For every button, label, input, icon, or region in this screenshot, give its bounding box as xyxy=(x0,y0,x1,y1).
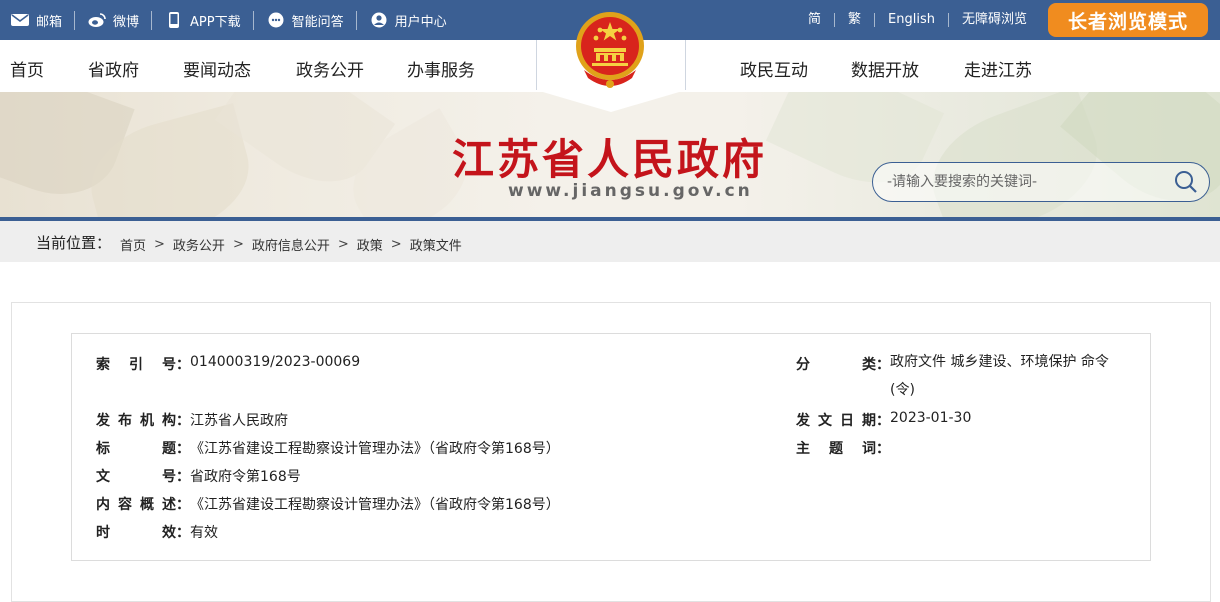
elder-mode-button[interactable]: 长者浏览模式 xyxy=(1048,3,1208,37)
meta-colon: ： xyxy=(176,497,190,513)
nav-interaction[interactable]: 政民互动 xyxy=(740,56,808,81)
meta-issuer-key: 发布机构 xyxy=(96,413,176,429)
breadcrumb-separator: > xyxy=(232,237,244,252)
top-links: 邮箱 微博 APP下载 智能问答 用户中心 xyxy=(10,0,459,40)
national-emblem-icon[interactable] xyxy=(574,8,646,96)
smart-qa-label: 智能问答 xyxy=(291,14,344,30)
nav-news[interactable]: 要闻动态 xyxy=(183,56,251,81)
meta-colon: ： xyxy=(176,469,190,485)
site-url: www.jiangsu.gov.cn xyxy=(508,181,753,201)
meta-title-value: 《江苏省建设工程勘察设计管理办法》（省政府令第168号） xyxy=(190,441,560,457)
user-icon xyxy=(371,12,387,28)
meta-category-row: 分类： 政府文件 城乡建设、环境保护 命令 (令) xyxy=(796,354,1140,404)
meta-date-key: 发文日期 xyxy=(796,413,876,429)
breadcrumb-separator: > xyxy=(390,237,402,252)
mail-link[interactable]: 邮箱 xyxy=(10,11,74,30)
meta-issuer-row: 发布机构： 江苏省人民政府 xyxy=(96,410,288,430)
breadcrumb-separator: > xyxy=(154,237,165,252)
meta-category-key: 分类 xyxy=(796,357,876,373)
user-center-label: 用户中心 xyxy=(394,14,447,30)
meta-title-key: 标题 xyxy=(96,441,176,457)
meta-keyword-key: 主题词 xyxy=(796,441,876,457)
meta-index-row: 索引号： 014000319/2023-00069 xyxy=(96,354,360,374)
breadcrumb-item-policy-documents[interactable]: 政策文件 xyxy=(410,235,462,254)
mail-icon xyxy=(11,14,29,26)
nav-home[interactable]: 首页 xyxy=(10,56,44,81)
meta-validity-value: 有效 xyxy=(190,525,218,541)
meta-colon: ： xyxy=(176,357,190,373)
search-box xyxy=(872,162,1210,202)
phone-icon xyxy=(169,12,180,28)
nav-about-jiangsu[interactable]: 走进江苏 xyxy=(964,56,1032,81)
breadcrumb-label: 当前位置： xyxy=(36,234,112,252)
breadcrumb-item-policy[interactable]: 政策 xyxy=(357,235,383,254)
meta-summary-row: 内容概述： 《江苏省建设工程勘察设计管理办法》（省政府令第168号） xyxy=(96,494,560,514)
user-center-link[interactable]: 用户中心 xyxy=(355,10,459,30)
meta-colon: ： xyxy=(176,525,190,541)
search-input[interactable] xyxy=(887,172,1167,192)
site-title[interactable]: 江苏省人民政府 xyxy=(452,126,767,187)
weibo-link[interactable]: 微博 xyxy=(74,10,151,30)
breadcrumb-item-home[interactable]: 首页 xyxy=(120,235,146,254)
breadcrumb-item-info-disclosure[interactable]: 政府信息公开 xyxy=(252,235,330,254)
nav-provincial-government[interactable]: 省政府 xyxy=(88,56,139,81)
document-meta-table: 索引号： 014000319/2023-00069 分类： 政府文件 城乡建设、… xyxy=(71,333,1151,561)
mail-label: 邮箱 xyxy=(36,14,63,30)
nav-government-affairs[interactable]: 政务公开 xyxy=(296,56,364,81)
meta-colon: ： xyxy=(876,357,890,373)
meta-title-row: 标题： 《江苏省建设工程勘察设计管理办法》（省政府令第168号） xyxy=(96,438,560,458)
meta-colon: ： xyxy=(176,441,190,457)
top-right-links: 简 繁 English 无障碍浏览 长者浏览模式 xyxy=(795,0,1208,40)
smart-qa-link[interactable]: 智能问答 xyxy=(252,10,356,30)
meta-date-value: 2023-01-30 xyxy=(890,410,972,426)
weibo-icon xyxy=(88,13,106,27)
meta-date-row: 发文日期： 2023-01-30 xyxy=(796,410,971,430)
meta-validity-key: 时效 xyxy=(96,525,176,541)
app-download-label: APP下载 xyxy=(190,14,241,30)
meta-issuer-value: 江苏省人民政府 xyxy=(190,413,288,429)
search-icon[interactable] xyxy=(1173,169,1199,195)
simplified-chinese-link[interactable]: 简 xyxy=(795,13,834,27)
meta-docno-value: 省政府令第168号 xyxy=(190,469,301,485)
meta-colon: ： xyxy=(876,413,890,429)
breadcrumb: 首页 > 政务公开 > 政府信息公开 > 政策 > 政策文件 xyxy=(120,235,462,254)
english-link[interactable]: English xyxy=(874,13,948,27)
meta-summary-key: 内容概述 xyxy=(96,497,176,513)
accessibility-link[interactable]: 无障碍浏览 xyxy=(947,13,1040,27)
meta-category-value-line1: 政府文件 城乡建设、环境保护 命令 xyxy=(890,354,1109,370)
nav-open-data[interactable]: 数据开放 xyxy=(851,56,919,81)
breadcrumb-item-government-affairs[interactable]: 政务公开 xyxy=(173,235,225,254)
meta-docno-key: 文号 xyxy=(96,469,176,485)
app-download-link[interactable]: APP下载 xyxy=(151,10,253,30)
meta-summary-value: 《江苏省建设工程勘察设计管理办法》（省政府令第168号） xyxy=(190,497,560,513)
chat-icon xyxy=(268,12,284,28)
nav-services[interactable]: 办事服务 xyxy=(407,56,475,81)
meta-category-value-line2: (令) xyxy=(890,382,915,398)
meta-docno-row: 文号： 省政府令第168号 xyxy=(96,466,301,486)
meta-index-value: 014000319/2023-00069 xyxy=(190,354,361,370)
meta-index-key: 索引号 xyxy=(96,357,176,373)
meta-keyword-row: 主题词： xyxy=(796,438,890,458)
meta-category-value: 政府文件 城乡建设、环境保护 命令 (令) xyxy=(890,348,1140,404)
breadcrumb-bar: 当前位置： 首页 > 政务公开 > 政府信息公开 > 政策 > 政策文件 xyxy=(0,221,1220,262)
meta-colon: ： xyxy=(176,413,190,429)
weibo-label: 微博 xyxy=(113,14,140,30)
meta-colon: ： xyxy=(876,441,890,457)
traditional-chinese-link[interactable]: 繁 xyxy=(834,13,874,27)
meta-validity-row: 时效： 有效 xyxy=(96,522,218,542)
breadcrumb-separator: > xyxy=(337,237,349,252)
